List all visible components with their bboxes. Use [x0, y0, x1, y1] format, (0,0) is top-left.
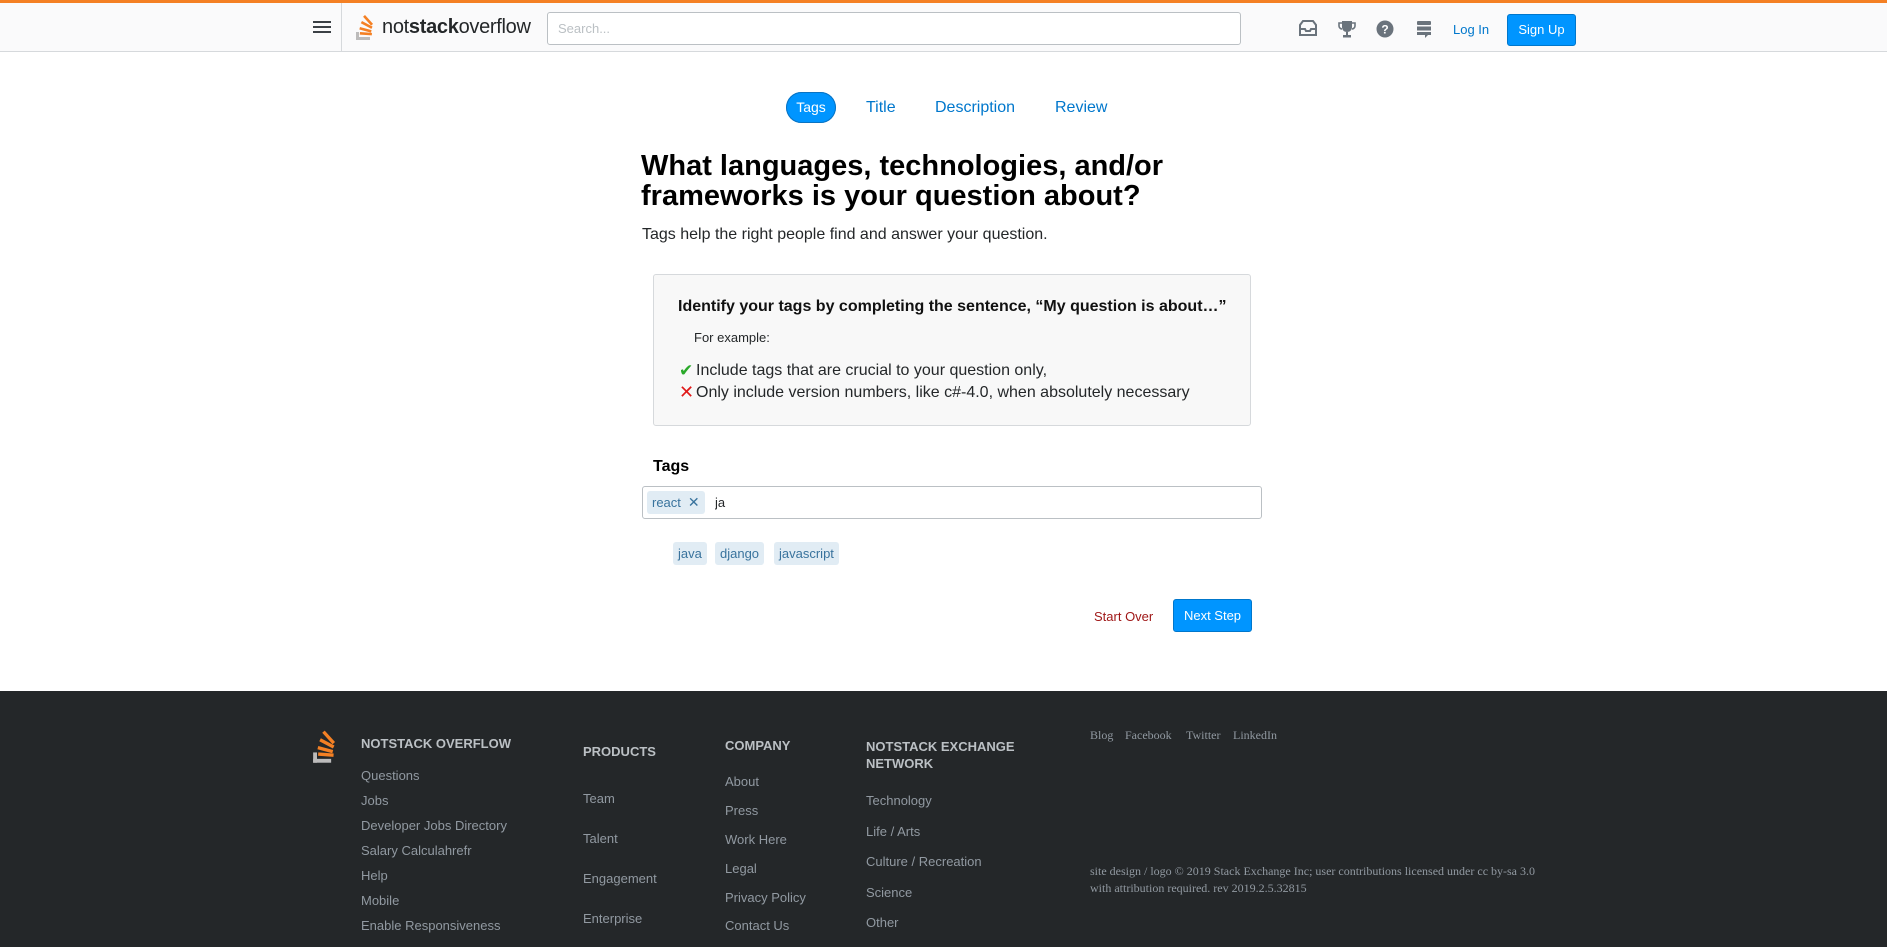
tab-title[interactable]: Title	[866, 92, 896, 123]
login-link[interactable]: Log In	[1453, 22, 1489, 37]
footer-company-title[interactable]: COMPANY	[725, 737, 790, 754]
footer-link[interactable]: Life / Arts	[866, 824, 920, 839]
stack-logo-icon	[356, 15, 374, 40]
footer-link[interactable]: Press	[725, 803, 758, 818]
footer-link[interactable]: Enterprise	[583, 911, 642, 926]
tab-tags[interactable]: Tags	[786, 92, 836, 123]
footer-products-title[interactable]: PRODUCTS	[583, 743, 656, 760]
footer-link[interactable]: Talent	[583, 831, 618, 846]
tab-description[interactable]: Description	[935, 92, 1015, 123]
page-title: What languages, technologies, and/or fra…	[641, 150, 1164, 212]
stack-exchange-icon[interactable]	[1413, 18, 1435, 40]
logo-text: notstackoverflow	[382, 15, 531, 38]
guidance-rule-dont: ✕ Only include version numbers, like c#-…	[679, 382, 1190, 403]
guidance-rule-text: Only include version numbers, like c#-4.…	[696, 383, 1190, 401]
footer-social-facebook[interactable]: Facebook	[1125, 728, 1172, 743]
footer-link[interactable]: Science	[866, 885, 912, 900]
footer-copyright: site design / logo © 2019 Stack Exchange…	[1090, 864, 1536, 895]
top-bar: notstackoverflow ? Log In Sign Up	[0, 0, 1887, 52]
footer-social-twitter[interactable]: Twitter	[1186, 728, 1220, 743]
footer-link[interactable]: Contact Us	[725, 918, 789, 933]
footer-link[interactable]: Legal	[725, 861, 757, 876]
footer-link[interactable]: Team	[583, 791, 615, 806]
signup-button[interactable]: Sign Up	[1507, 14, 1576, 46]
guidance-rule-do: ✔ Include tags that are crucial to your …	[679, 361, 1047, 381]
footer-link[interactable]: Help	[361, 868, 388, 883]
footer-link[interactable]: About	[725, 774, 759, 789]
selected-tag: react ✕	[647, 491, 705, 514]
menu-divider	[341, 3, 342, 52]
tags-field[interactable]: react ✕	[642, 486, 1262, 519]
guidance-title: Identify your tags by completing the sen…	[678, 298, 1227, 315]
footer-link[interactable]: Privacy Policy	[725, 890, 806, 905]
footer-network-title[interactable]: NOTSTACK EXCHANGE NETWORK	[866, 738, 1015, 772]
next-step-button[interactable]: Next Step	[1173, 599, 1252, 632]
selected-tag-label: react	[652, 495, 681, 510]
tag-guidance-box: Identify your tags by completing the sen…	[653, 274, 1251, 426]
page-subtitle: Tags help the right people find and answ…	[642, 226, 1048, 243]
close-icon[interactable]: ✕	[688, 491, 700, 514]
checkmark-icon: ✔	[679, 361, 694, 380]
footer-link[interactable]: Technology	[866, 793, 932, 808]
footer-link[interactable]: Engagement	[583, 871, 657, 886]
help-icon[interactable]: ?	[1374, 18, 1396, 40]
hamburger-menu-icon[interactable]	[310, 15, 334, 39]
trophy-icon[interactable]	[1336, 18, 1358, 40]
footer-link[interactable]: Questions	[361, 768, 420, 783]
footer-link[interactable]: Mobile	[361, 893, 399, 908]
footer-link[interactable]: Culture / Recreation	[866, 854, 982, 869]
svg-text:?: ?	[1381, 23, 1388, 37]
inbox-icon[interactable]	[1297, 18, 1319, 40]
footer-social-linkedin[interactable]: LinkedIn	[1233, 728, 1277, 743]
tag-suggestion[interactable]: java	[673, 542, 707, 565]
footer-logo-icon[interactable]	[310, 728, 342, 764]
footer-social-blog[interactable]: Blog	[1090, 728, 1113, 743]
start-over-link[interactable]: Start Over	[1094, 609, 1153, 624]
footer-link[interactable]: Work Here	[725, 832, 787, 847]
tag-suggestion[interactable]: django	[715, 542, 765, 565]
footer-link[interactable]: Salary Calculahrefr	[361, 843, 472, 858]
footer-link[interactable]: Other	[866, 915, 899, 930]
site-logo[interactable]: notstackoverflow	[354, 11, 531, 43]
footer-link[interactable]: Developer Jobs Directory	[361, 818, 507, 833]
guidance-example-label: For example:	[694, 330, 770, 345]
guidance-rule-text: Include tags that are crucial to your qu…	[696, 362, 1048, 379]
site-footer: NOTSTACK OVERFLOW Questions Jobs Develop…	[0, 691, 1887, 947]
tag-suggestion[interactable]: javascript	[774, 542, 839, 565]
tags-text-input[interactable]	[715, 491, 1115, 514]
footer-link[interactable]: Enable Responsiveness	[361, 918, 500, 933]
tab-review[interactable]: Review	[1055, 92, 1107, 123]
cross-icon: ✕	[679, 382, 695, 402]
search-input[interactable]	[547, 12, 1241, 45]
footer-link[interactable]: Jobs	[361, 793, 388, 808]
footer-brand-title[interactable]: NOTSTACK OVERFLOW	[361, 735, 511, 752]
tags-label: Tags	[653, 458, 690, 475]
